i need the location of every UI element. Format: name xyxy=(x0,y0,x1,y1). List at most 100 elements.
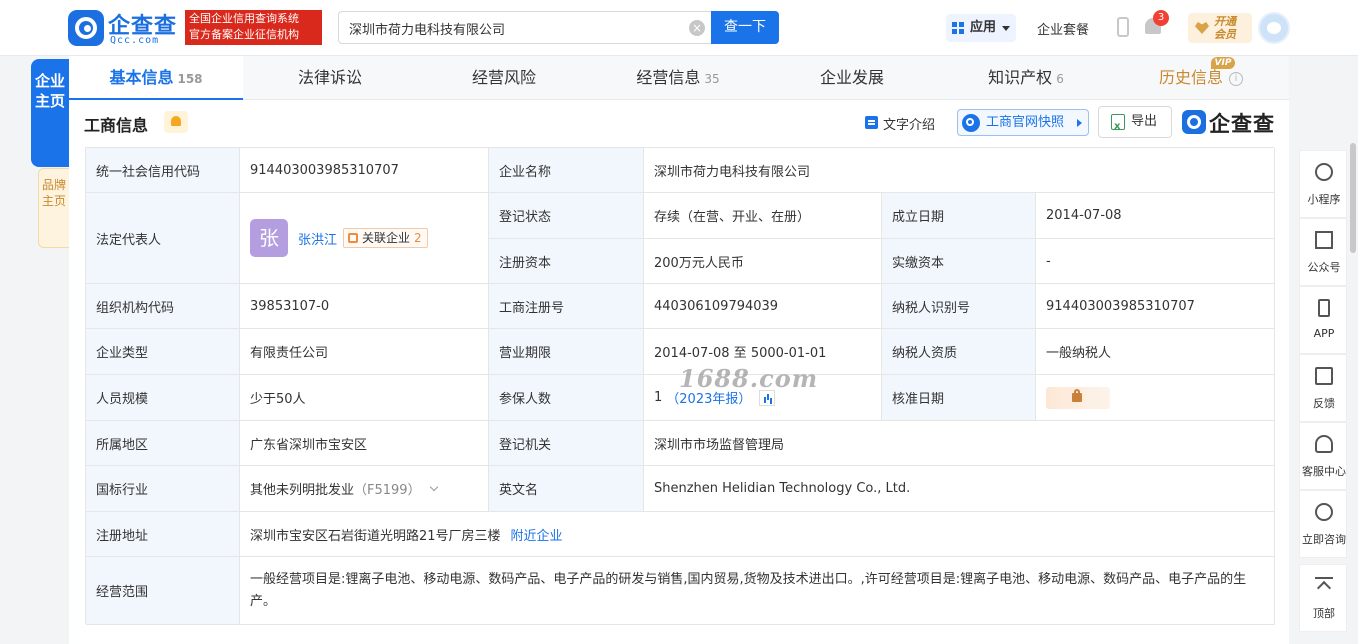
official-snapshot-button[interactable]: 工商官网快照 xyxy=(957,109,1089,136)
open-vip-button[interactable]: 开通 会员 xyxy=(1188,13,1252,43)
search-button[interactable]: 查一下 xyxy=(711,11,779,44)
industry-label: 国标行业 xyxy=(86,466,240,512)
service-center-button[interactable]: 客服中心 xyxy=(1299,422,1347,490)
monitor-bell-icon[interactable] xyxy=(164,111,188,133)
reg-status-label: 登记状态 xyxy=(489,193,644,239)
tab-label: 经营信息 xyxy=(636,68,701,87)
user-avatar[interactable] xyxy=(1258,12,1290,44)
vip-line-1: 开通 xyxy=(1214,15,1236,28)
legal-rep-cell: 张 张洪江 关联企业 2 xyxy=(240,193,489,284)
reg-status-value: 存续（在营、开业、在册） xyxy=(644,193,882,239)
insured-count: 1 xyxy=(654,390,663,405)
slogan-line-2: 官方备案企业征信机构 xyxy=(189,28,299,41)
legal-rep-label: 法定代表人 xyxy=(86,193,240,284)
industry-cell[interactable]: 其他未列明批发业 （F5199） xyxy=(240,466,489,512)
paid-capital-value: - xyxy=(1036,239,1275,284)
tab-legal[interactable]: 法律诉讼 xyxy=(243,56,417,100)
consult-label: 立即咨询 xyxy=(1302,533,1346,546)
qcc-brand-mark: 企查查 xyxy=(1182,108,1277,136)
link-icon xyxy=(348,233,359,243)
staff-size-value: 少于50人 xyxy=(240,375,489,421)
search-box: × xyxy=(338,11,711,44)
english-name-value: Shenzhen Helidian Technology Co., Ltd. xyxy=(644,466,1275,512)
reg-authority-label: 登记机关 xyxy=(489,421,644,466)
tab-label: 企业发展 xyxy=(819,68,884,87)
credit-code-value[interactable]: 914403003985310707 xyxy=(240,148,489,193)
address-cell: 深圳市宝安区石岩街道光明路21号厂房三楼 附近企业 xyxy=(240,512,1275,557)
related-companies-tag[interactable]: 关联企业 2 xyxy=(343,228,428,248)
tab-ip[interactable]: 知识产权 6 xyxy=(939,56,1113,100)
brand-text: 企查查 xyxy=(1209,112,1275,136)
text-intro-label: 文字介绍 xyxy=(883,118,936,133)
export-button[interactable]: 导出 xyxy=(1098,106,1172,142)
chat-icon xyxy=(1315,503,1333,521)
notification-badge: 3 xyxy=(1153,10,1169,26)
official-account-button[interactable]: 公众号 xyxy=(1299,218,1347,286)
tab-label: 基本信息 xyxy=(109,68,174,87)
vip-crown-icon xyxy=(1195,22,1209,34)
qcc-logo[interactable]: 企查查 Qcc.com xyxy=(68,10,184,46)
scope-value: 一般经营项目是:锂离子电池、移动电源、数码产品、电子产品的研发与销售,国内贸易,… xyxy=(240,557,1275,625)
nearby-companies-link[interactable]: 附近企业 xyxy=(511,525,563,544)
industry-code: （F5199） xyxy=(354,483,421,498)
tab-history[interactable]: 历史信息 i xyxy=(1113,56,1289,100)
legal-rep-name-link[interactable]: 张洪江 xyxy=(298,229,337,248)
snapshot-label: 工商官网快照 xyxy=(986,115,1065,130)
taxpayer-id-label: 纳税人识别号 xyxy=(882,284,1036,329)
company-name-label: 企业名称 xyxy=(489,148,644,193)
vip-lock-icon[interactable] xyxy=(1046,386,1110,409)
mobile-icon[interactable] xyxy=(1117,17,1129,37)
biz-term-label: 营业期限 xyxy=(489,329,644,375)
taxpayer-qual-label: 纳税人资质 xyxy=(882,329,1036,375)
chevron-down-icon[interactable] xyxy=(429,482,438,491)
approval-date-cell xyxy=(1036,375,1275,421)
biz-reg-no-value: 440306109794039 xyxy=(644,284,882,329)
back-to-top-button[interactable]: 顶部 xyxy=(1299,564,1347,632)
found-date-value: 2014-07-08 xyxy=(1036,193,1275,239)
tab-company-home[interactable]: 企业主页 xyxy=(31,59,69,167)
page-scrollbar[interactable] xyxy=(1350,143,1356,253)
reg-authority-value: 深圳市市场监督管理局 xyxy=(644,421,1275,466)
tab-development[interactable]: 企业发展 xyxy=(765,56,939,100)
snapshot-icon xyxy=(962,114,980,132)
address-label: 注册地址 xyxy=(86,512,240,557)
credit-code-label: 统一社会信用代码 xyxy=(86,148,240,193)
grid-icon xyxy=(952,22,964,34)
found-date-label: 成立日期 xyxy=(882,193,1036,239)
chevron-down-icon xyxy=(1002,26,1010,31)
region-value: 广东省深圳市宝安区 xyxy=(240,421,489,466)
tab-brand-home[interactable]: 品牌主页 xyxy=(38,168,69,248)
back-to-top-icon xyxy=(1315,577,1333,595)
text-intro-button[interactable]: 文字介绍 xyxy=(865,114,935,133)
tab-basic-info[interactable]: 基本信息 158 xyxy=(69,56,243,100)
reg-capital-value: 200万元人民币 xyxy=(644,239,882,284)
qcc-logo-icon xyxy=(68,10,104,46)
clear-icon[interactable]: × xyxy=(689,20,705,36)
company-type-label: 企业类型 xyxy=(86,329,240,375)
related-count: 2 xyxy=(414,231,422,245)
legal-rep-avatar[interactable]: 张 xyxy=(250,219,288,257)
phone-icon xyxy=(1318,299,1330,317)
tab-operation[interactable]: 经营信息 35 xyxy=(591,56,765,100)
service-center-label: 客服中心 xyxy=(1302,465,1346,478)
app-download-button[interactable]: APP xyxy=(1299,286,1347,354)
apps-menu-button[interactable]: 应用 xyxy=(946,14,1016,42)
mini-program-label: 小程序 xyxy=(1307,193,1341,206)
industry-value: 其他未列明批发业 xyxy=(250,483,355,498)
company-name-value[interactable]: 深圳市荷力电科技有限公司 xyxy=(644,148,1275,193)
feedback-button[interactable]: 反馈 xyxy=(1299,354,1347,422)
biz-reg-no-label: 工商注册号 xyxy=(489,284,644,329)
vip-badge: VIP xyxy=(1211,57,1235,69)
search-input[interactable] xyxy=(349,18,679,38)
tab-risk[interactable]: 经营风险 xyxy=(417,56,591,100)
official-account-label: 公众号 xyxy=(1307,261,1341,274)
official-account-icon xyxy=(1315,231,1333,249)
enterprise-package-link[interactable]: 企业套餐 xyxy=(1037,19,1089,38)
logo-subtext: Qcc.com xyxy=(110,35,160,46)
mini-program-button[interactable]: 小程序 xyxy=(1299,150,1347,218)
vip-line-2: 会员 xyxy=(1214,28,1236,41)
tab-label: 经营风险 xyxy=(471,68,536,87)
org-code-value: 39853107-0 xyxy=(240,284,489,329)
consult-button[interactable]: 立即咨询 xyxy=(1299,490,1347,558)
back-to-top-label: 顶部 xyxy=(1313,607,1335,620)
